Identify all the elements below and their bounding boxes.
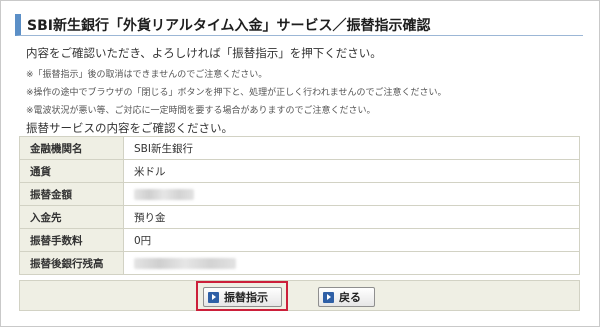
currency-value: 米ドル bbox=[123, 159, 580, 183]
row-label: 振替後銀行残高 bbox=[19, 251, 124, 275]
redacted-amount bbox=[134, 188, 194, 200]
arrow-right-icon bbox=[208, 291, 219, 303]
bank-name-value: SBI新生銀行 bbox=[123, 136, 580, 160]
back-button-label: 戻る bbox=[339, 291, 361, 304]
transfer-detail-table: 金融機関名 SBI新生銀行 通貨 米ドル 振替金額 入金先 預り金 振替手数料 … bbox=[19, 136, 580, 275]
redacted-balance bbox=[134, 257, 236, 269]
arrow-right-icon bbox=[323, 291, 334, 303]
note-signal: ※電波状況が悪い等、ご対応に一定時間を要する場合がありますのでご注意ください。 bbox=[26, 106, 376, 116]
intro-text: 内容をご確認いただき、よろしければ「振替指示」を押下ください。 bbox=[26, 46, 382, 60]
deposit-destination-value: 預り金 bbox=[123, 205, 580, 229]
balance-after-value bbox=[123, 251, 580, 275]
back-button[interactable]: 戻る bbox=[318, 287, 375, 307]
note-cancel: ※「振替指示」後の取消はできませんのでご注意ください。 bbox=[26, 70, 268, 80]
transfer-amount-value bbox=[123, 182, 580, 206]
row-label: 金融機関名 bbox=[19, 136, 124, 160]
row-label: 通貨 bbox=[19, 159, 124, 183]
row-label: 振替手数料 bbox=[19, 228, 124, 252]
transfer-button-label: 振替指示 bbox=[224, 291, 268, 304]
note-browser-close: ※操作の途中でブラウザの「閉じる」ボタンを押下と、処理が正しく行われませんのでご… bbox=[26, 88, 447, 98]
confirm-instruction: 振替サービスの内容をご確認ください。 bbox=[26, 121, 233, 135]
table-row: 振替手数料 0円 bbox=[19, 228, 580, 252]
page-header: SBI新生銀行「外貨リアルタイム入金」サービス／振替指示確認 bbox=[15, 14, 583, 36]
table-row: 通貨 米ドル bbox=[19, 159, 580, 183]
table-row: 入金先 預り金 bbox=[19, 205, 580, 229]
page-title: SBI新生銀行「外貨リアルタイム入金」サービス／振替指示確認 bbox=[27, 17, 431, 34]
table-row: 振替金額 bbox=[19, 182, 580, 206]
table-row: 振替後銀行残高 bbox=[19, 251, 580, 275]
transfer-instruction-button[interactable]: 振替指示 bbox=[203, 287, 282, 307]
action-bar bbox=[19, 280, 580, 311]
table-row: 金融機関名 SBI新生銀行 bbox=[19, 136, 580, 160]
row-label: 振替金額 bbox=[19, 182, 124, 206]
row-label: 入金先 bbox=[19, 205, 124, 229]
transfer-fee-value: 0円 bbox=[123, 228, 580, 252]
